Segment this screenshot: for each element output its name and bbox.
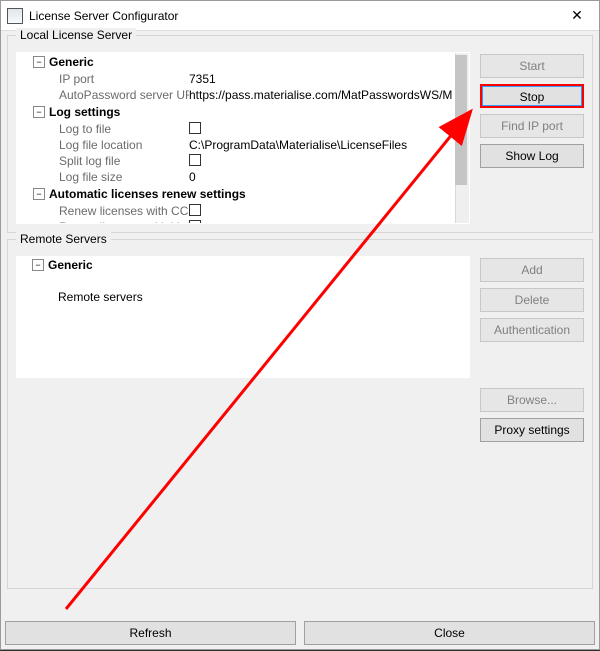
window: License Server Configurator ✕ Local Lice… xyxy=(0,0,600,650)
checkbox-icon[interactable] xyxy=(189,154,201,166)
section-generic[interactable]: − Generic xyxy=(17,53,455,71)
add-button[interactable]: Add xyxy=(480,258,584,282)
row-log-location[interactable]: Log file location C:\ProgramData\Materia… xyxy=(17,137,455,153)
delete-button[interactable]: Delete xyxy=(480,288,584,312)
local-buttons: Start Stop Find IP port Show Log xyxy=(480,52,584,224)
collapse-icon[interactable]: − xyxy=(33,188,45,200)
remote-section-generic[interactable]: − Generic xyxy=(16,256,470,274)
scroll-thumb[interactable] xyxy=(455,55,467,185)
row-split-log[interactable]: Split log file xyxy=(17,153,455,169)
remote-groupbox: Remote Servers − Generic Remote servers xyxy=(7,239,593,589)
collapse-icon[interactable]: − xyxy=(33,106,45,118)
row-renew-cc[interactable]: Renew licenses with CC-key xyxy=(17,203,455,219)
scrollbar[interactable] xyxy=(455,53,469,223)
stop-button[interactable]: Stop xyxy=(480,84,584,108)
checkbox-icon[interactable] xyxy=(189,122,201,134)
authentication-button[interactable]: Authentication xyxy=(480,318,584,342)
row-log-to-file[interactable]: Log to file xyxy=(17,121,455,137)
proxy-settings-button[interactable]: Proxy settings xyxy=(480,418,584,442)
titlebar: License Server Configurator ✕ xyxy=(1,1,599,31)
close-icon[interactable]: ✕ xyxy=(555,1,599,31)
app-icon xyxy=(7,8,23,24)
remote-group-title: Remote Servers xyxy=(16,232,111,246)
refresh-button[interactable]: Refresh xyxy=(5,621,296,645)
row-log-size[interactable]: Log file size 0 xyxy=(17,169,455,185)
row-renew-voucher[interactable]: Renew licenses with Vouch... xyxy=(17,219,455,223)
local-group-title: Local License Server xyxy=(16,28,136,42)
close-button[interactable]: Close xyxy=(304,621,595,645)
section-auto[interactable]: − Automatic licenses renew settings xyxy=(17,185,455,203)
local-groupbox: Local License Server − Generic IP port 7… xyxy=(7,35,593,233)
remote-buttons: Add Delete Authentication Browse... Prox… xyxy=(480,256,584,580)
collapse-icon[interactable]: − xyxy=(32,259,44,271)
bottom-bar: Refresh Close xyxy=(5,621,595,645)
checkbox-icon[interactable] xyxy=(189,220,201,224)
client-area: Local License Server − Generic IP port 7… xyxy=(1,31,599,649)
row-remote-servers[interactable]: Remote servers xyxy=(16,286,470,308)
remote-tree[interactable]: − Generic Remote servers xyxy=(16,256,470,378)
start-button[interactable]: Start xyxy=(480,54,584,78)
window-title: License Server Configurator xyxy=(29,1,555,31)
checkbox-icon[interactable] xyxy=(189,204,201,216)
section-log[interactable]: − Log settings xyxy=(17,103,455,121)
local-tree[interactable]: − Generic IP port 7351 AutoPassword serv… xyxy=(16,52,470,224)
show-log-button[interactable]: Show Log xyxy=(480,144,584,168)
row-auto-pwd[interactable]: AutoPassword server URL https://pass.mat… xyxy=(17,87,455,103)
collapse-icon[interactable]: − xyxy=(33,56,45,68)
row-ip-port[interactable]: IP port 7351 xyxy=(17,71,455,87)
browse-button[interactable]: Browse... xyxy=(480,388,584,412)
find-ip-button[interactable]: Find IP port xyxy=(480,114,584,138)
